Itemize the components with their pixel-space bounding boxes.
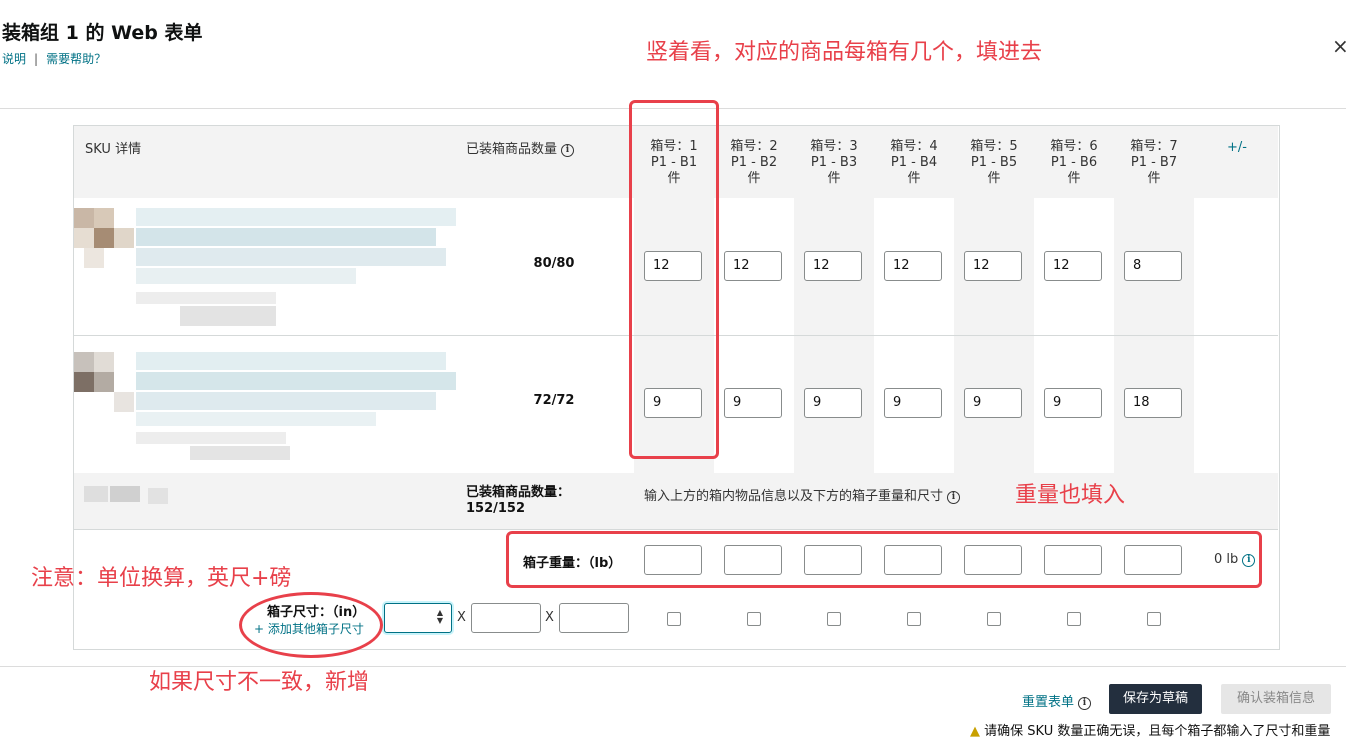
box-qty-input[interactable]: 18 [1124, 388, 1182, 418]
box-header-4: 箱号：4 P1 - B4 件 [874, 139, 954, 187]
dims-separator: X [545, 610, 554, 625]
box-dims-checkbox[interactable] [907, 612, 921, 626]
confirm-packing-button[interactable]: 确认装箱信息 [1221, 684, 1332, 714]
box-unit: 件 [987, 171, 1001, 186]
box-dims-checkbox[interactable] [1067, 612, 1081, 626]
box-code: P1 - B2 [730, 155, 778, 170]
reset-form-label[interactable]: 重置表单 [1022, 695, 1074, 710]
box-number: 箱号：4 [890, 139, 938, 154]
info-icon[interactable]: i [561, 144, 575, 157]
box-header-3: 箱号：3 P1 - B3 件 [794, 139, 874, 187]
annotation-box1-highlight [629, 100, 719, 459]
box-qty-input[interactable]: 9 [884, 388, 942, 418]
box-length-stepper[interactable]: ▲ ▼ [384, 603, 452, 633]
box-qty-input[interactable]: 9 [1044, 388, 1102, 418]
packed-quantity: 80/80 [533, 256, 575, 271]
box-qty-input[interactable]: 12 [1044, 251, 1102, 281]
box-dims-checkbox[interactable] [987, 612, 1001, 626]
box-code: P1 - B6 [1050, 155, 1098, 170]
summary-packed-label: 已装箱商品数量： [466, 485, 571, 500]
info-icon[interactable]: i [1078, 697, 1092, 710]
box-dims-checkbox[interactable] [827, 612, 841, 626]
help-link[interactable]: 需要帮助？ [46, 52, 106, 66]
dialog-links: 说明 | 需要帮助？ [2, 50, 106, 67]
box-qty-input[interactable]: 12 [964, 251, 1022, 281]
add-remove-box-button[interactable]: +/- [1227, 140, 1247, 155]
warning-text: 请确保 SKU 数量正确无误，且每个箱子都输入了尺寸和重量 [984, 724, 1331, 739]
summary-hint: 输入上方的箱内物品信息以及下方的箱子重量和尺寸 i [644, 485, 961, 504]
warning-message: ▲ 请确保 SKU 数量正确无误，且每个箱子都输入了尺寸和重量 [970, 720, 1346, 739]
box-dims-checkbox[interactable] [1147, 612, 1161, 626]
box-unit: 件 [747, 171, 761, 186]
col-sku-header: SKU 详情 [85, 142, 142, 157]
stepper-arrows-icon[interactable]: ▲ ▼ [437, 609, 443, 625]
annotation-dims-highlight [239, 592, 383, 658]
box-number: 箱号：7 [1130, 139, 1178, 154]
box-number: 箱号：3 [810, 139, 858, 154]
box-number: 箱号：6 [1050, 139, 1098, 154]
sku-thumbnail [74, 352, 134, 412]
summary-blurred [84, 486, 174, 506]
box-unit: 件 [1067, 171, 1081, 186]
sku-details-blurred [136, 352, 456, 462]
box-header-2: 箱号：2 P1 - B2 件 [714, 139, 794, 187]
summary-hint-text: 输入上方的箱内物品信息以及下方的箱子重量和尺寸 [644, 489, 944, 504]
summary-divider [74, 529, 1278, 530]
summary-packed: 已装箱商品数量： 152/152 [466, 485, 570, 517]
box-header-7: 箱号：7 P1 - B7 件 [1114, 139, 1194, 187]
annotation-weight-highlight [506, 531, 1262, 588]
box-dims-checkbox[interactable] [667, 612, 681, 626]
close-icon[interactable]: × [1332, 34, 1346, 58]
dialog-title: 装箱组 1 的 Web 表单 [2, 22, 203, 44]
link-separator: | [34, 52, 39, 66]
box-number: 箱号：2 [730, 139, 778, 154]
col-packed-header: 已装箱商品数量 i [466, 138, 575, 157]
warning-icon: ▲ [970, 724, 980, 739]
annotation-vertical-tip: 竖着看，对应的商品每箱有几个，填进去 [646, 40, 1043, 65]
packed-quantity: 72/72 [533, 393, 575, 408]
box-width-input[interactable] [471, 603, 541, 633]
box-qty-input[interactable]: 9 [804, 388, 862, 418]
sku-thumbnail [74, 208, 134, 268]
box-qty-input[interactable]: 12 [804, 251, 862, 281]
col-packed-label: 已装箱商品数量 [466, 142, 558, 157]
box-qty-input[interactable]: 12 [724, 251, 782, 281]
box-code: P1 - B7 [1130, 155, 1178, 170]
box-number: 箱号：5 [970, 139, 1018, 154]
save-draft-button[interactable]: 保存为草稿 [1109, 684, 1203, 714]
box-code: P1 - B3 [810, 155, 858, 170]
info-icon[interactable]: i [947, 491, 961, 504]
dims-separator: X [457, 610, 466, 625]
box-qty-input[interactable]: 12 [884, 251, 942, 281]
box-code: P1 - B5 [970, 155, 1018, 170]
box-header-6: 箱号：6 P1 - B6 件 [1034, 139, 1114, 187]
annotation-weight-tip: 重量也填入 [1015, 483, 1126, 508]
reset-form-link[interactable]: 重置表单 i [1022, 691, 1092, 710]
summary-packed-value: 152/152 [466, 501, 526, 516]
box-unit: 件 [827, 171, 841, 186]
box-header-5: 箱号：5 P1 - B5 件 [954, 139, 1034, 187]
sku-details-blurred [136, 208, 456, 328]
box-qty-input[interactable]: 9 [724, 388, 782, 418]
box-code: P1 - B4 [890, 155, 938, 170]
annotation-unit-tip: 注意：单位换算，英尺+磅 [31, 566, 292, 591]
box-qty-input[interactable]: 9 [964, 388, 1022, 418]
instructions-link[interactable]: 说明 [2, 52, 26, 66]
annotation-size-tip: 如果尺寸不一致，新增 [149, 670, 370, 695]
box-unit: 件 [1147, 171, 1161, 186]
box-dims-checkbox[interactable] [747, 612, 761, 626]
box-unit: 件 [907, 171, 921, 186]
box-qty-input[interactable]: 8 [1124, 251, 1182, 281]
box-height-input[interactable] [559, 603, 629, 633]
